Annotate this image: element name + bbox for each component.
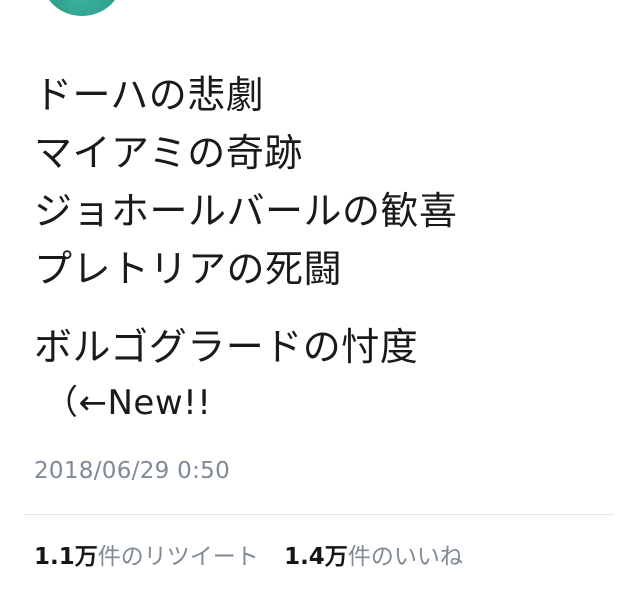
divider	[24, 514, 614, 515]
tweet-line: ボルゴグラードの忖度	[34, 325, 419, 369]
user-avatar[interactable]	[42, 0, 122, 16]
retweet-label: 件のリツイート	[97, 544, 259, 570]
tweet-line: ドーハの悲劇	[34, 73, 265, 117]
tweet-stats: 1.1万件のリツイート 1.4万件のいいね	[34, 540, 481, 574]
like-label: 件のいいね	[347, 544, 463, 570]
like-count: 1.4万	[284, 544, 348, 570]
tweet-line: プレトリアの死闘	[34, 247, 343, 291]
retweet-count-link[interactable]: 1.1万件のリツイート	[34, 540, 259, 574]
retweet-count: 1.1万	[34, 544, 98, 570]
tweet-line: （←New!!	[44, 383, 212, 423]
tweet-timestamp[interactable]: 2018/06/29 0:50	[34, 455, 230, 487]
like-count-link[interactable]: 1.4万件のいいね	[284, 540, 463, 574]
tweet-line: マイアミの奇跡	[34, 131, 303, 175]
tweet-text: ドーハの悲劇 マイアミの奇跡 ジョホールバールの歓喜 プレトリアの死闘 ボルゴグ…	[34, 66, 614, 430]
tweet-line: ジョホールバールの歓喜	[34, 189, 458, 233]
